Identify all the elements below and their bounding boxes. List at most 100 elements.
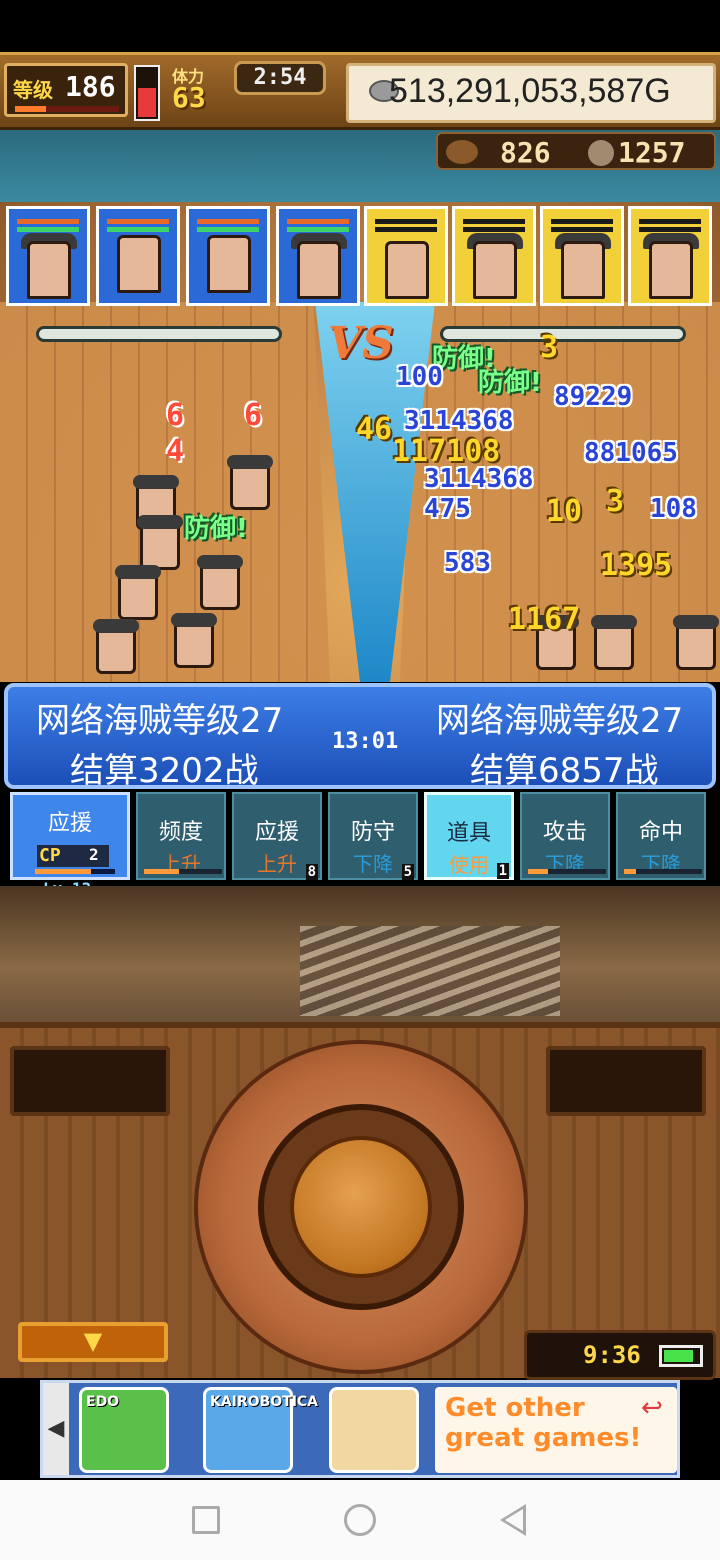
- enemy-unit: [591, 615, 637, 670]
- enemy-unit: [673, 615, 719, 670]
- countdown-timer: 2:54: [234, 61, 326, 95]
- damage-popup: 108: [650, 494, 697, 524]
- left-display: [10, 1046, 170, 1116]
- food-icon: [446, 140, 478, 164]
- battle-clock: 13:01: [332, 729, 399, 754]
- frequency-up-button[interactable]: 频度 上升: [136, 792, 226, 880]
- support-button[interactable]: 应援 CP 2 Lv 13: [10, 792, 130, 898]
- ship-stairs: [300, 926, 560, 1016]
- damage-popup: 100: [396, 362, 443, 392]
- directional-pad[interactable]: [194, 1040, 528, 1374]
- system-nav-bar: [0, 1480, 720, 1560]
- support-up-button[interactable]: 应援 上升 8: [232, 792, 322, 880]
- gold-value: 513,291,053,587G: [389, 72, 671, 110]
- ad-tile-cafe[interactable]: [329, 1387, 419, 1473]
- action-label: 应援: [254, 820, 299, 845]
- level-box: 等级 186: [4, 63, 128, 117]
- stamina-value: 63: [172, 81, 206, 114]
- enemy-portrait-3[interactable]: [540, 206, 624, 306]
- ally-team-result: 结算3202战: [70, 751, 259, 791]
- action-label: 防守: [350, 820, 395, 845]
- resource-value-2: 1257: [618, 136, 686, 169]
- ally-portrait-1[interactable]: [6, 206, 90, 306]
- action-count-badge: 8: [305, 864, 318, 880]
- damage-popup: 881065: [584, 438, 678, 468]
- ally-unit: [137, 515, 183, 570]
- ally-unit: [197, 555, 243, 610]
- ally-unit: [227, 455, 273, 510]
- ally-unit: [171, 613, 217, 668]
- ally-portrait-4[interactable]: [276, 206, 360, 306]
- defense-down-button[interactable]: 防守 下降 5: [328, 792, 418, 880]
- ad-banner[interactable]: ◀ EDO KAIROBOTICA Get other great games!…: [40, 1380, 680, 1478]
- attack-down-button[interactable]: 攻击 下降: [520, 792, 610, 880]
- accuracy-down-button[interactable]: 命中 下降: [616, 792, 706, 880]
- ally-portrait-3[interactable]: [186, 206, 270, 306]
- ally-portrait-2[interactable]: [96, 206, 180, 306]
- match-scoreboard: 网络海贼等级27 结算3202战 13:01 网络海贼等级27 结算6857战: [4, 683, 716, 791]
- confirm-button[interactable]: [290, 1136, 432, 1278]
- action-label: 频度: [158, 820, 203, 845]
- cp-label: CP: [39, 845, 61, 866]
- ally-unit: [115, 565, 161, 620]
- recents-icon[interactable]: [192, 1506, 220, 1534]
- gold-display: 513,291,053,587G: [346, 63, 716, 123]
- battle-field: VS 6 4 6 防御! 防御! 防御! 3 3114368 3114368 8…: [0, 202, 720, 682]
- damage-popup: 89229: [554, 382, 633, 412]
- cp-value: 2: [89, 845, 99, 864]
- ally-team-hp-bar: [36, 326, 282, 342]
- guard-popup: 防御!: [478, 368, 542, 398]
- action-gauge: [528, 869, 606, 874]
- guard-popup: 防御!: [184, 514, 248, 544]
- damage-popup: 117108: [392, 434, 501, 469]
- support-label: 应援: [47, 811, 92, 836]
- enemy-portrait-2[interactable]: [452, 206, 536, 306]
- damage-popup: 583: [444, 548, 491, 578]
- back-icon[interactable]: [500, 1504, 526, 1536]
- ally-unit: [93, 619, 139, 674]
- cp-badge: CP 2: [37, 845, 109, 867]
- battery-icon: [659, 1345, 703, 1367]
- action-label: 道具: [446, 821, 491, 846]
- action-count-badge: 1: [496, 863, 509, 879]
- damage-popup: 6: [166, 398, 185, 433]
- ad-tile-label: EDO: [86, 1394, 120, 1410]
- enemy-team-result: 结算6857战: [470, 751, 659, 791]
- damage-popup: 3: [606, 484, 625, 519]
- damage-popup: 475: [424, 494, 471, 524]
- damage-popup: 3114368: [404, 406, 514, 436]
- damage-popup: 1395: [600, 548, 673, 583]
- ally-team-name: 网络海贼等级27: [36, 701, 284, 741]
- device-status: 9:36: [524, 1330, 716, 1380]
- action-gauge: [144, 869, 222, 874]
- ad-tile-edo[interactable]: EDO: [79, 1387, 169, 1473]
- more-games-text: Get other great games!: [445, 1393, 642, 1453]
- level-label: 等级: [13, 78, 53, 102]
- clock: 9:36: [583, 1341, 641, 1369]
- level-value: 186: [65, 70, 116, 103]
- resource-box: 826 1257: [436, 132, 716, 170]
- right-display: [546, 1046, 706, 1116]
- enemy-portrait-4[interactable]: [628, 206, 712, 306]
- damage-popup: 6: [244, 398, 263, 433]
- action-label: 命中: [638, 820, 683, 845]
- home-icon[interactable]: [344, 1504, 376, 1536]
- vs-label: VS: [328, 318, 394, 369]
- item-use-button[interactable]: 道具 使用 1: [424, 792, 514, 880]
- more-games-button[interactable]: Get other great games! ↩: [435, 1387, 677, 1473]
- damage-popup: 10: [546, 494, 583, 529]
- ad-prev-button[interactable]: ◀: [43, 1383, 69, 1475]
- menu-toggle-button[interactable]: ▼: [18, 1322, 168, 1362]
- return-arrow-icon: ↩: [641, 1393, 663, 1423]
- enemy-portrait-1[interactable]: [364, 206, 448, 306]
- cp-bar: [35, 869, 115, 874]
- enemy-team-name: 网络海贼等级27: [436, 701, 684, 741]
- ad-tile-label: KAIROBOTICA: [210, 1394, 319, 1410]
- dpad-ring: [258, 1104, 464, 1310]
- action-count-badge: 5: [401, 864, 414, 880]
- top-hud: 等级 186 体力 63 2:54 513,291,053,587G: [0, 52, 720, 130]
- stamina-gauge: [134, 65, 160, 121]
- control-panel: ▼ 9:36: [0, 1022, 720, 1380]
- command-bar: 应援 CP 2 Lv 13 频度 上升 应援 上升 8 防守 下降 5 道具 使…: [10, 792, 714, 898]
- ad-tile-kairobotica[interactable]: KAIROBOTICA: [203, 1387, 318, 1473]
